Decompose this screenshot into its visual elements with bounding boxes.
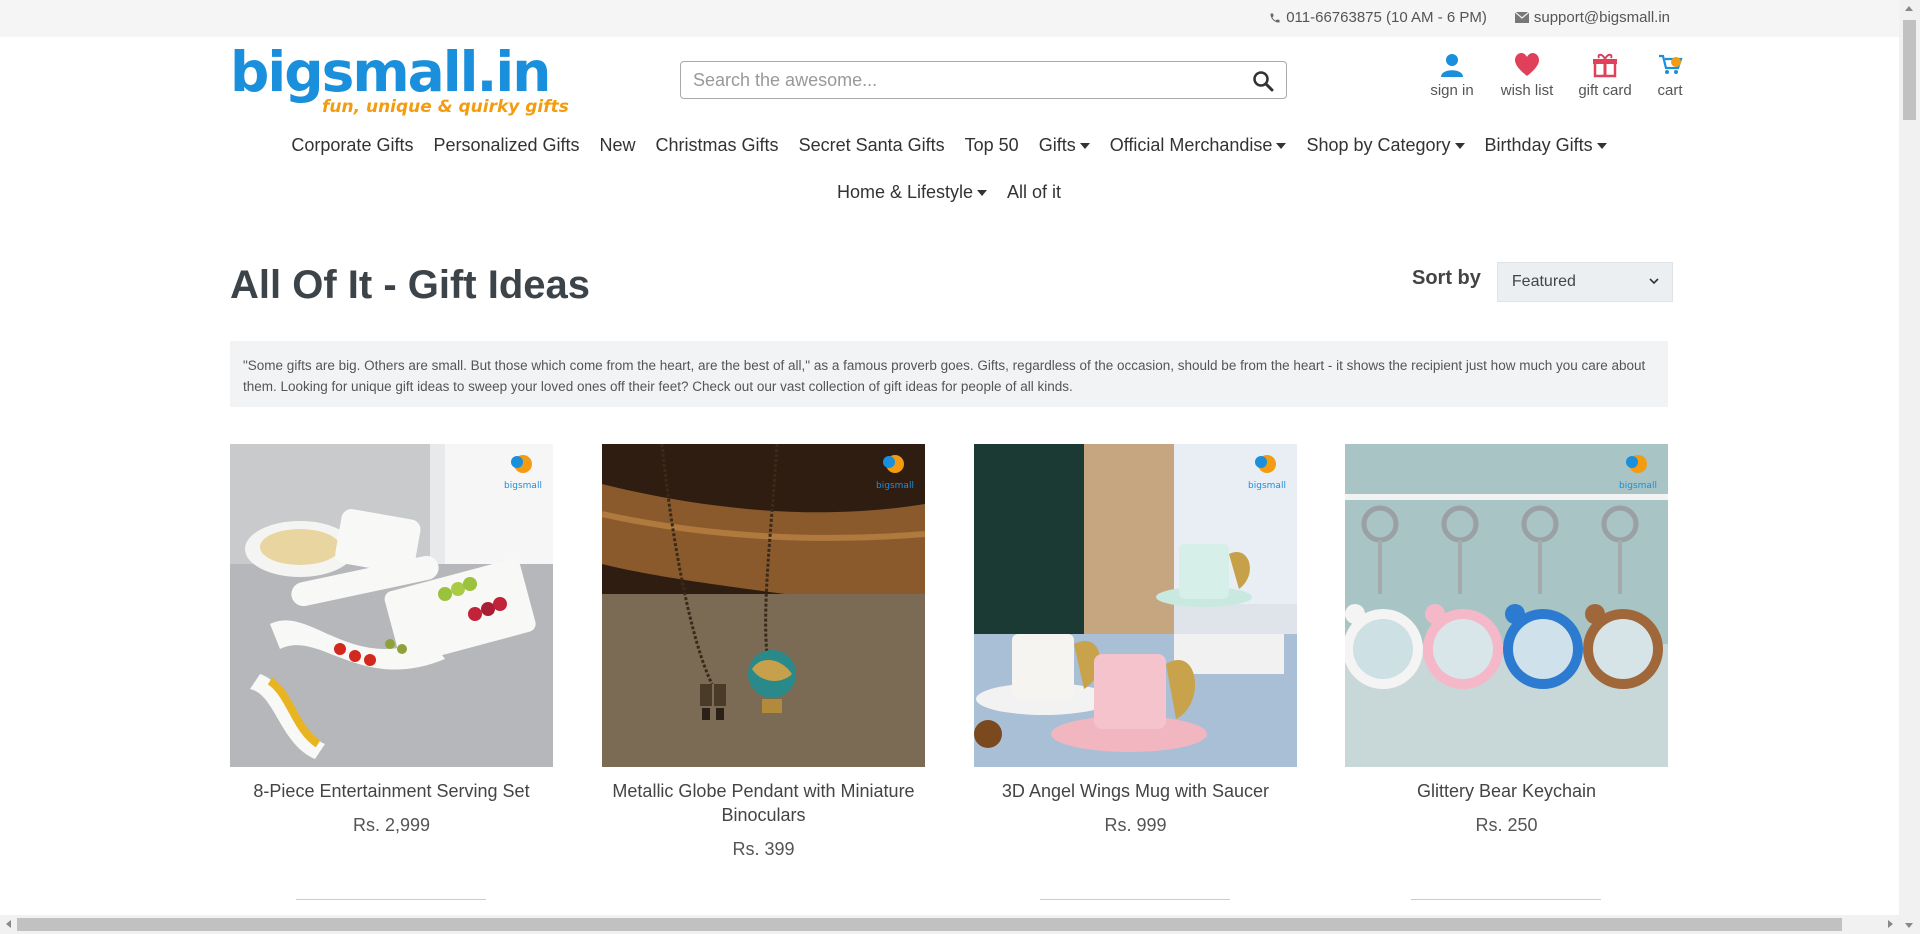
sort-selected-value: Featured [1511, 273, 1576, 290]
vertical-scroll-thumb[interactable] [1903, 20, 1916, 120]
wish-list-label: wish list [1500, 82, 1554, 99]
nav-label: Shop by Category [1306, 135, 1451, 155]
bigsmall-badge-icon: bigsmall [1248, 455, 1286, 491]
email-text: support@bigsmall.in [1533, 9, 1670, 26]
scroll-up-arrow-icon[interactable] [1905, 6, 1913, 11]
sign-in-link[interactable]: sign in [1425, 52, 1479, 99]
product-title[interactable]: 3D Angel Wings Mug with Saucer [974, 779, 1297, 803]
nav-label: Official Merchandise [1109, 135, 1273, 155]
cart-label: cart [1657, 82, 1683, 99]
sort-label: Sort by [1412, 266, 1481, 289]
product-card[interactable]: bigsmall 8-Piece Entertainment Serving S… [230, 444, 553, 900]
nav-shop-by-category-dropdown[interactable]: Shop by Category [1306, 135, 1465, 156]
gift-card-link[interactable]: gift card [1575, 52, 1635, 99]
user-icon [1441, 54, 1463, 77]
product-title[interactable]: Glittery Bear Keychain [1345, 779, 1668, 803]
phone-contact[interactable]: 011-66763875 (10 AM - 6 PM) [1269, 9, 1487, 26]
nav-label: Corporate Gifts [291, 135, 414, 155]
card-divider [1040, 899, 1230, 900]
nav-label: Top 50 [964, 135, 1019, 155]
nav-gifts-dropdown[interactable]: Gifts [1039, 135, 1090, 156]
wish-list-link[interactable]: wish list [1499, 52, 1555, 99]
scroll-down-arrow-icon[interactable] [1905, 923, 1913, 928]
cart-link[interactable]: cart [1655, 52, 1685, 99]
bigsmall-badge-icon: bigsmall [876, 455, 914, 491]
nav-home-lifestyle-dropdown[interactable]: Home & Lifestyle [836, 182, 988, 203]
chevron-down-icon [1649, 278, 1659, 285]
horizontal-scroll-thumb[interactable] [17, 918, 1842, 931]
product-image[interactable]: bigsmall [602, 444, 925, 767]
svg-text:bigsmall: bigsmall [504, 481, 542, 491]
caret-down-icon [1596, 142, 1607, 149]
nav-label: New [599, 135, 636, 155]
cart-icon [1659, 54, 1683, 74]
product-title[interactable]: 8-Piece Entertainment Serving Set [230, 779, 553, 803]
product-price: Rs. 2,999 [352, 815, 431, 835]
email-contact[interactable]: support@bigsmall.in [1514, 9, 1670, 26]
nav-official-merchandise-dropdown[interactable]: Official Merchandise [1110, 135, 1287, 156]
nav-birthday-gifts-dropdown[interactable]: Birthday Gifts [1485, 135, 1607, 156]
bigsmall-badge-icon: bigsmall [1619, 455, 1657, 491]
phone-text: 011-66763875 (10 AM - 6 PM) [1286, 9, 1487, 26]
svg-text:bigsmall: bigsmall [876, 481, 914, 491]
scroll-right-arrow-icon[interactable] [1888, 920, 1893, 928]
nav-corporate-gifts[interactable]: Corporate Gifts [291, 135, 413, 156]
scroll-left-arrow-icon[interactable] [6, 920, 11, 928]
svg-text:bigsmall: bigsmall [1248, 481, 1286, 491]
nav-new[interactable]: New [600, 135, 636, 156]
sort-select[interactable]: Featured [1496, 262, 1673, 302]
product-price: Rs. 399 [732, 839, 795, 859]
sort-control: Sort by Featured [1412, 262, 1673, 302]
nav-label: All of it [1007, 182, 1062, 202]
caret-down-icon [1276, 142, 1287, 149]
caret-down-icon [1079, 142, 1090, 149]
nav-label: Gifts [1038, 135, 1076, 155]
search-bar [680, 61, 1287, 99]
bigsmall-badge-icon: bigsmall [504, 455, 542, 491]
main-nav-row-1: Corporate Gifts Personalized Gifts New C… [230, 135, 1668, 156]
nav-secret-santa-gifts[interactable]: Secret Santa Gifts [799, 135, 945, 156]
nav-label: Christmas Gifts [655, 135, 779, 155]
product-image[interactable]: bigsmall [1345, 444, 1668, 767]
logo-tagline: fun, unique & quirky gifts [322, 97, 569, 117]
page-title: All Of It - Gift Ideas [230, 263, 591, 307]
nav-christmas-gifts[interactable]: Christmas Gifts [656, 135, 779, 156]
nav-personalized-gifts[interactable]: Personalized Gifts [433, 135, 579, 156]
category-description: "Some gifts are big. Others are small. B… [230, 341, 1668, 407]
top-contact-bar: 011-66763875 (10 AM - 6 PM) support@bigs… [0, 0, 1899, 37]
product-card[interactable]: bigsmall 3D Angel Wings Mug with Saucer … [974, 444, 1297, 900]
vertical-scrollbar[interactable] [1899, 0, 1920, 934]
card-divider [1411, 899, 1601, 900]
main-nav-row-2: Home & Lifestyle All of it [230, 182, 1668, 203]
product-price: Rs. 250 [1475, 815, 1538, 835]
gift-icon [1593, 53, 1617, 78]
horizontal-scrollbar[interactable] [0, 915, 1899, 934]
caret-down-icon [977, 189, 988, 196]
nav-all-of-it[interactable]: All of it [1007, 182, 1061, 203]
product-card[interactable]: bigsmall Metallic Globe Pendant with Min… [602, 444, 925, 860]
product-price: Rs. 999 [1104, 815, 1167, 835]
logo-wordmark: bigsmall.in [230, 40, 551, 104]
product-image[interactable]: bigsmall [230, 444, 553, 767]
nav-label: Home & Lifestyle [836, 182, 974, 202]
svg-text:bigsmall: bigsmall [1619, 481, 1657, 491]
product-title[interactable]: Metallic Globe Pendant with Miniature Bi… [602, 779, 925, 827]
site-logo[interactable]: bigsmall.in fun, unique & quirky gifts [230, 40, 569, 120]
sign-in-label: sign in [1430, 82, 1474, 99]
heart-icon [1515, 53, 1539, 76]
caret-down-icon [1454, 142, 1465, 149]
search-icon[interactable] [1252, 70, 1274, 92]
envelope-icon [1514, 12, 1529, 23]
product-card[interactable]: bigsmall Glittery Bear Keychain Rs. 250 [1345, 444, 1668, 900]
phone-icon [1270, 13, 1280, 22]
card-divider [296, 899, 486, 900]
nav-label: Personalized Gifts [433, 135, 580, 155]
gift-card-label: gift card [1578, 82, 1632, 99]
product-image[interactable]: bigsmall [974, 444, 1297, 767]
search-input[interactable] [693, 62, 1233, 98]
user-links: sign in wish list gift card cart [1425, 52, 1685, 99]
nav-top-50[interactable]: Top 50 [965, 135, 1019, 156]
nav-label: Secret Santa Gifts [798, 135, 945, 155]
nav-label: Birthday Gifts [1484, 135, 1593, 155]
